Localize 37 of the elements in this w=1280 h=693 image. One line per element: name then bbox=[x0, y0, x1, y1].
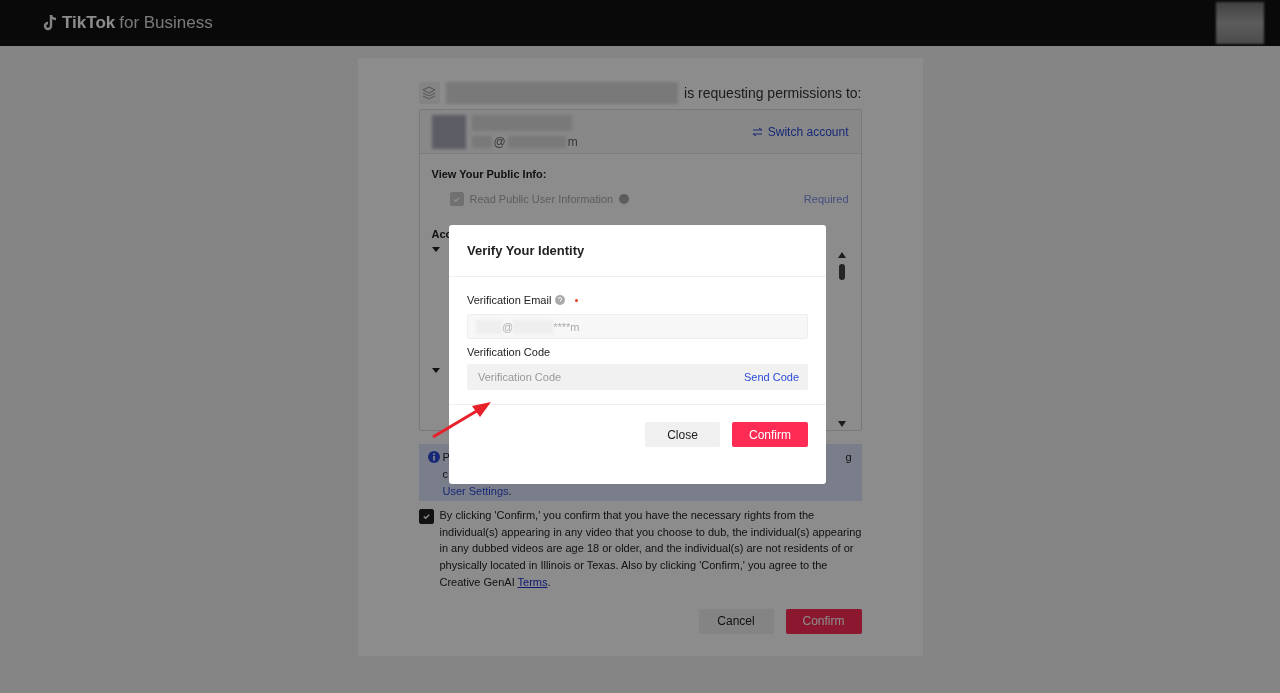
checkmark-icon bbox=[421, 512, 431, 521]
notice-text: c bbox=[442, 468, 448, 480]
required-label: Required bbox=[803, 193, 849, 205]
terms-link[interactable]: Terms bbox=[517, 575, 548, 588]
scrollbar[interactable] bbox=[836, 250, 847, 280]
code-field[interactable]: Verification Code Send Code bbox=[467, 364, 808, 390]
account-avatar bbox=[431, 114, 466, 149]
email-fragment: @ bbox=[493, 134, 506, 149]
request-text: is requesting permissions to: bbox=[684, 85, 862, 101]
music-note-icon bbox=[42, 14, 58, 32]
notice-text: P bbox=[442, 450, 450, 465]
info-icon bbox=[427, 451, 440, 463]
caret-icon bbox=[431, 247, 440, 252]
email-fragment: m bbox=[567, 134, 578, 149]
consent-text: By clicking 'Confirm,' you confirm that you have the necessary rights from the individual(s) appearing in any video that you choose to dub, the individual(s) appearing in any dubbed videos are age 18 or older, and the individual(s) are not residents of or physically located in Illinois or Texas. Also by clicking 'Confirm,' you agree to the Creative GenAI Terms. bbox=[439, 508, 862, 590]
notice-text: . bbox=[508, 485, 512, 497]
swap-icon bbox=[751, 126, 763, 137]
logo-text: TikTok bbox=[62, 13, 116, 33]
notice-text: g bbox=[845, 450, 852, 465]
send-code-link[interactable]: Send Code bbox=[743, 371, 799, 383]
caret-icon bbox=[431, 368, 440, 373]
annotation-arrow bbox=[430, 400, 494, 440]
user-settings-link[interactable]: User Settings bbox=[442, 485, 509, 497]
scroll-down-icon[interactable] bbox=[836, 420, 847, 428]
cancel-button[interactable]: Cancel bbox=[698, 608, 774, 634]
switch-account-link[interactable]: Switch account bbox=[751, 124, 849, 139]
field-label: Verification Code bbox=[467, 346, 551, 358]
section-heading: View Your Public Info: bbox=[431, 168, 548, 180]
confirm-button[interactable]: Confirm bbox=[785, 608, 862, 634]
layers-icon bbox=[422, 86, 437, 100]
field-label: Verification Email bbox=[467, 294, 552, 306]
checkmark-icon bbox=[452, 194, 461, 204]
close-button[interactable]: Close bbox=[645, 422, 720, 447]
confirm-button[interactable]: Confirm bbox=[732, 422, 808, 447]
checkbox[interactable] bbox=[418, 509, 434, 524]
dialog-title: Verify Your Identity bbox=[449, 225, 826, 277]
logo-suffix: for Business bbox=[119, 13, 213, 33]
